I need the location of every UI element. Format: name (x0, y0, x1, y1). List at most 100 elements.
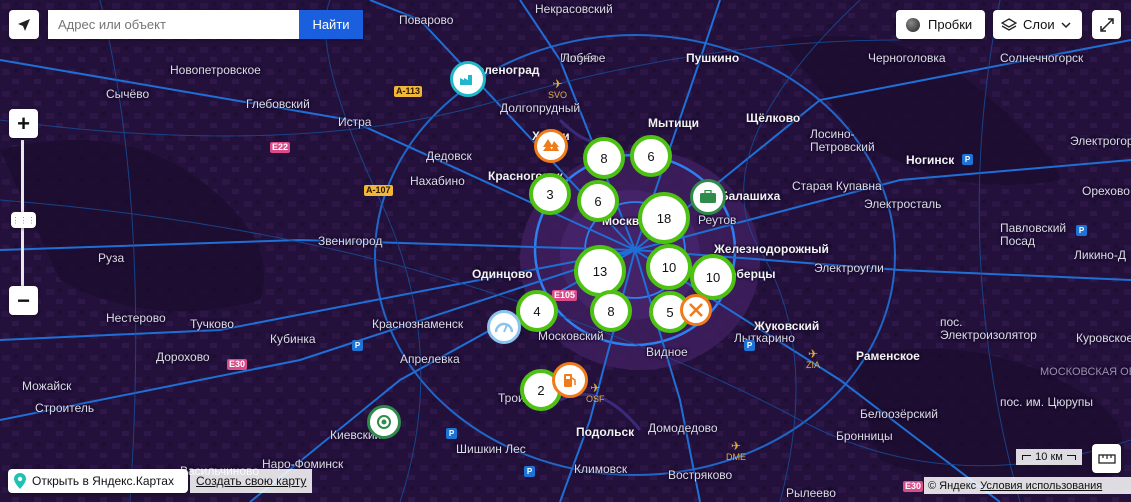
grip-icon: ⋮⋮⋮ (11, 215, 36, 225)
map-canvas[interactable]: Некрасовский Поварово Голубое Пушкино Черног… (0, 0, 1131, 502)
location-button[interactable] (9, 10, 39, 39)
place-label: Сычёво (106, 87, 150, 101)
airport-code: DME (726, 452, 746, 462)
road-shield: E22 (270, 142, 291, 153)
place-label: Электрогорск (1070, 134, 1131, 148)
place-label: Шишкин Лес (456, 442, 526, 456)
zoom-in-button[interactable]: + (9, 109, 38, 138)
place-label: Рылеево (786, 486, 836, 500)
ruler-button[interactable] (1092, 444, 1121, 473)
place-label: Железнодорожный (714, 242, 829, 256)
search-bar: Найти (48, 10, 363, 39)
place-label: Востряково (668, 468, 733, 482)
airport-marker[interactable]: ✈ ZIA (806, 348, 820, 370)
place-label: Реутов (698, 213, 737, 227)
place-label: Поварово (399, 13, 454, 27)
layers-icon (1001, 17, 1017, 31)
tools-icon (688, 302, 704, 318)
place-label: Лосино- Петровский (810, 127, 875, 154)
plane-icon: ✈ (807, 347, 819, 361)
traffic-label: Пробки (928, 17, 973, 32)
traffic-button[interactable]: Пробки (896, 10, 985, 39)
tree-icon (542, 137, 560, 155)
place-label: Апрелевка (400, 352, 460, 366)
road-shield: E105 (552, 290, 578, 301)
briefcase-icon (699, 190, 717, 204)
search-input[interactable] (48, 10, 299, 39)
place-label: Бронницы (836, 429, 893, 443)
expand-icon (1099, 17, 1114, 32)
cluster-marker[interactable]: 18 (638, 192, 690, 244)
place-label: Павловский Посад (1000, 221, 1067, 248)
search-button[interactable]: Найти (299, 10, 363, 39)
map-pin-icon (14, 473, 26, 489)
cluster-marker[interactable]: 3 (529, 173, 571, 215)
place-label: Старая Купавна (792, 179, 882, 193)
cluster-marker[interactable]: 10 (646, 244, 692, 290)
road-shield: A-107 (364, 185, 393, 196)
cluster-marker[interactable]: 13 (574, 245, 626, 297)
place-label: Ликино-Д (1074, 248, 1126, 262)
place-label: Истра (338, 115, 372, 129)
layers-label: Слои (1023, 17, 1055, 32)
cluster-marker[interactable]: 4 (516, 290, 558, 332)
open-in-yandex-button[interactable]: Открыть в Яндекс.Картах (8, 469, 188, 493)
road-shield: A-113 (394, 86, 423, 97)
ruler-icon (1097, 453, 1116, 464)
place-label: Куровское (1076, 331, 1131, 345)
zoom-out-button[interactable]: − (9, 286, 38, 315)
parking-marker: P (352, 340, 363, 351)
place-label: Некрасовский (535, 2, 613, 16)
poi-marker[interactable] (450, 61, 486, 97)
place-label: Можайск (22, 379, 72, 393)
place-label: Нестерово (106, 311, 166, 325)
airport-marker[interactable]: ✈ DME (726, 440, 746, 462)
poi-marker[interactable] (690, 179, 726, 215)
chevron-down-icon (1061, 21, 1071, 28)
place-label: Одинцово (472, 267, 533, 281)
place-label: Руза (98, 251, 125, 265)
fullscreen-button[interactable] (1092, 10, 1121, 39)
place-label: Черноголовка (868, 51, 946, 65)
target-icon (376, 414, 392, 430)
place-label: Электроугли (814, 261, 884, 275)
place-label: Звенигород (318, 234, 383, 248)
place-label: пос. Электроизолятор (940, 315, 1037, 342)
parking-marker: P (1076, 225, 1087, 236)
airport-marker[interactable]: ✈ OSF (586, 382, 605, 404)
place-label: Мытищи (648, 116, 699, 130)
scale-bar: 10 км (1016, 449, 1082, 465)
place-label: Домодедово (648, 421, 718, 435)
terms-link[interactable]: Условия использования (980, 480, 1102, 492)
poi-marker[interactable] (680, 294, 712, 326)
parking-marker: P (962, 154, 973, 165)
place-label: Московский (538, 329, 604, 343)
place-label: Солнечногорск (1000, 51, 1084, 65)
place-label: Глебовский (246, 97, 310, 111)
poi-marker[interactable] (534, 129, 568, 163)
layers-button[interactable]: Слои (993, 10, 1082, 39)
cluster-marker[interactable]: 8 (590, 290, 632, 332)
place-label: Балашиха (720, 189, 781, 203)
zoom-slider-handle[interactable]: ⋮⋮⋮ (11, 212, 36, 228)
cluster-marker[interactable]: 6 (577, 180, 619, 222)
create-map-link[interactable]: Создать свою карту (196, 474, 306, 488)
poi-marker[interactable] (487, 310, 521, 344)
place-label: Долгопрудный (500, 101, 581, 115)
cluster-marker[interactable]: 6 (630, 135, 672, 177)
scale-label: 10 км (1035, 451, 1063, 463)
airport-code: ZIA (806, 360, 821, 370)
place-label: Пушкино (686, 51, 740, 65)
scale-tick-icon (1022, 454, 1032, 460)
parking-marker: P (524, 466, 535, 477)
scale-tick-icon (1066, 454, 1076, 460)
copyright-text: © Яндекс (928, 479, 977, 492)
cluster-marker[interactable]: 8 (583, 137, 625, 179)
poi-marker[interactable] (367, 405, 401, 439)
place-label: Краснознаменск (372, 317, 464, 331)
factory-icon (459, 72, 477, 86)
poi-marker[interactable] (552, 362, 588, 398)
place-label: Тучково (190, 317, 234, 331)
place-label: Дорохово (156, 350, 210, 364)
airport-marker[interactable]: ✈ SVO (548, 78, 567, 100)
